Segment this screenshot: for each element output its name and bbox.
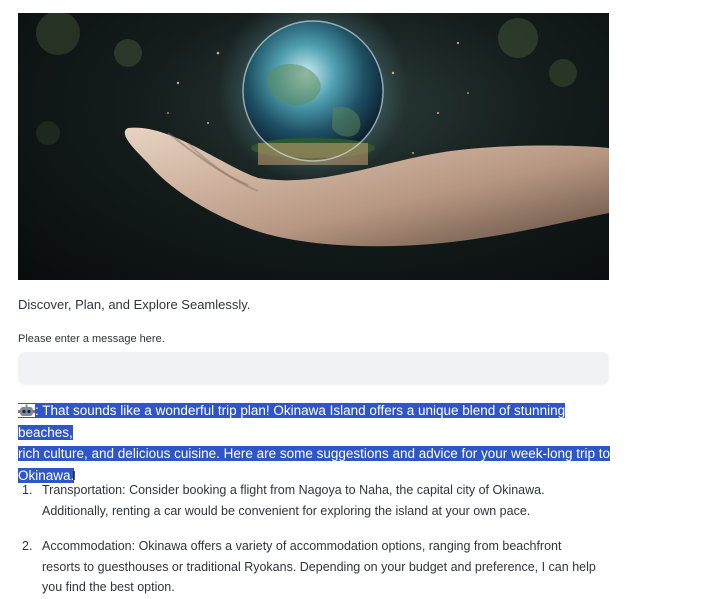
list-item: 1. Transportation: Consider booking a fl… [18, 480, 618, 521]
chat-input-label: Please enter a message here. [18, 333, 165, 345]
app-page: Discover, Plan, and Explore Seamlessly. … [0, 0, 716, 599]
list-item-text: resorts to guesthouses or traditional Ry… [42, 559, 596, 574]
list-item-text: Transportation: Consider booking a fligh… [42, 483, 545, 497]
response-line: : That sounds like a wonderful trip plan… [18, 403, 566, 440]
selected-text-line-1: : That sounds like a wonderful trip plan… [18, 403, 566, 440]
chat-input[interactable] [18, 352, 609, 385]
list-item-number: 2. [22, 539, 33, 553]
assistant-message: : That sounds like a wonderful trip plan… [18, 400, 618, 486]
list-item-text: Accommodation: Okinawa offers a variety … [42, 539, 562, 553]
list-item-text: Additionally, renting a car would be con… [42, 503, 531, 518]
globe-in-hands-illustration [36, 13, 609, 247]
suggestion-list: 1. Transportation: Consider booking a fl… [18, 480, 618, 599]
response-line: rich culture, and delicious cuisine. Her… [18, 446, 611, 461]
list-item-text: you find the best option. [42, 580, 175, 594]
list-item: 2. Accommodation: Okinawa offers a varie… [18, 536, 618, 598]
app-tagline: Discover, Plan, and Explore Seamlessly. [18, 297, 251, 312]
list-item-number: 1. [22, 483, 33, 497]
robot-icon [18, 404, 35, 417]
hero-image [18, 13, 609, 280]
